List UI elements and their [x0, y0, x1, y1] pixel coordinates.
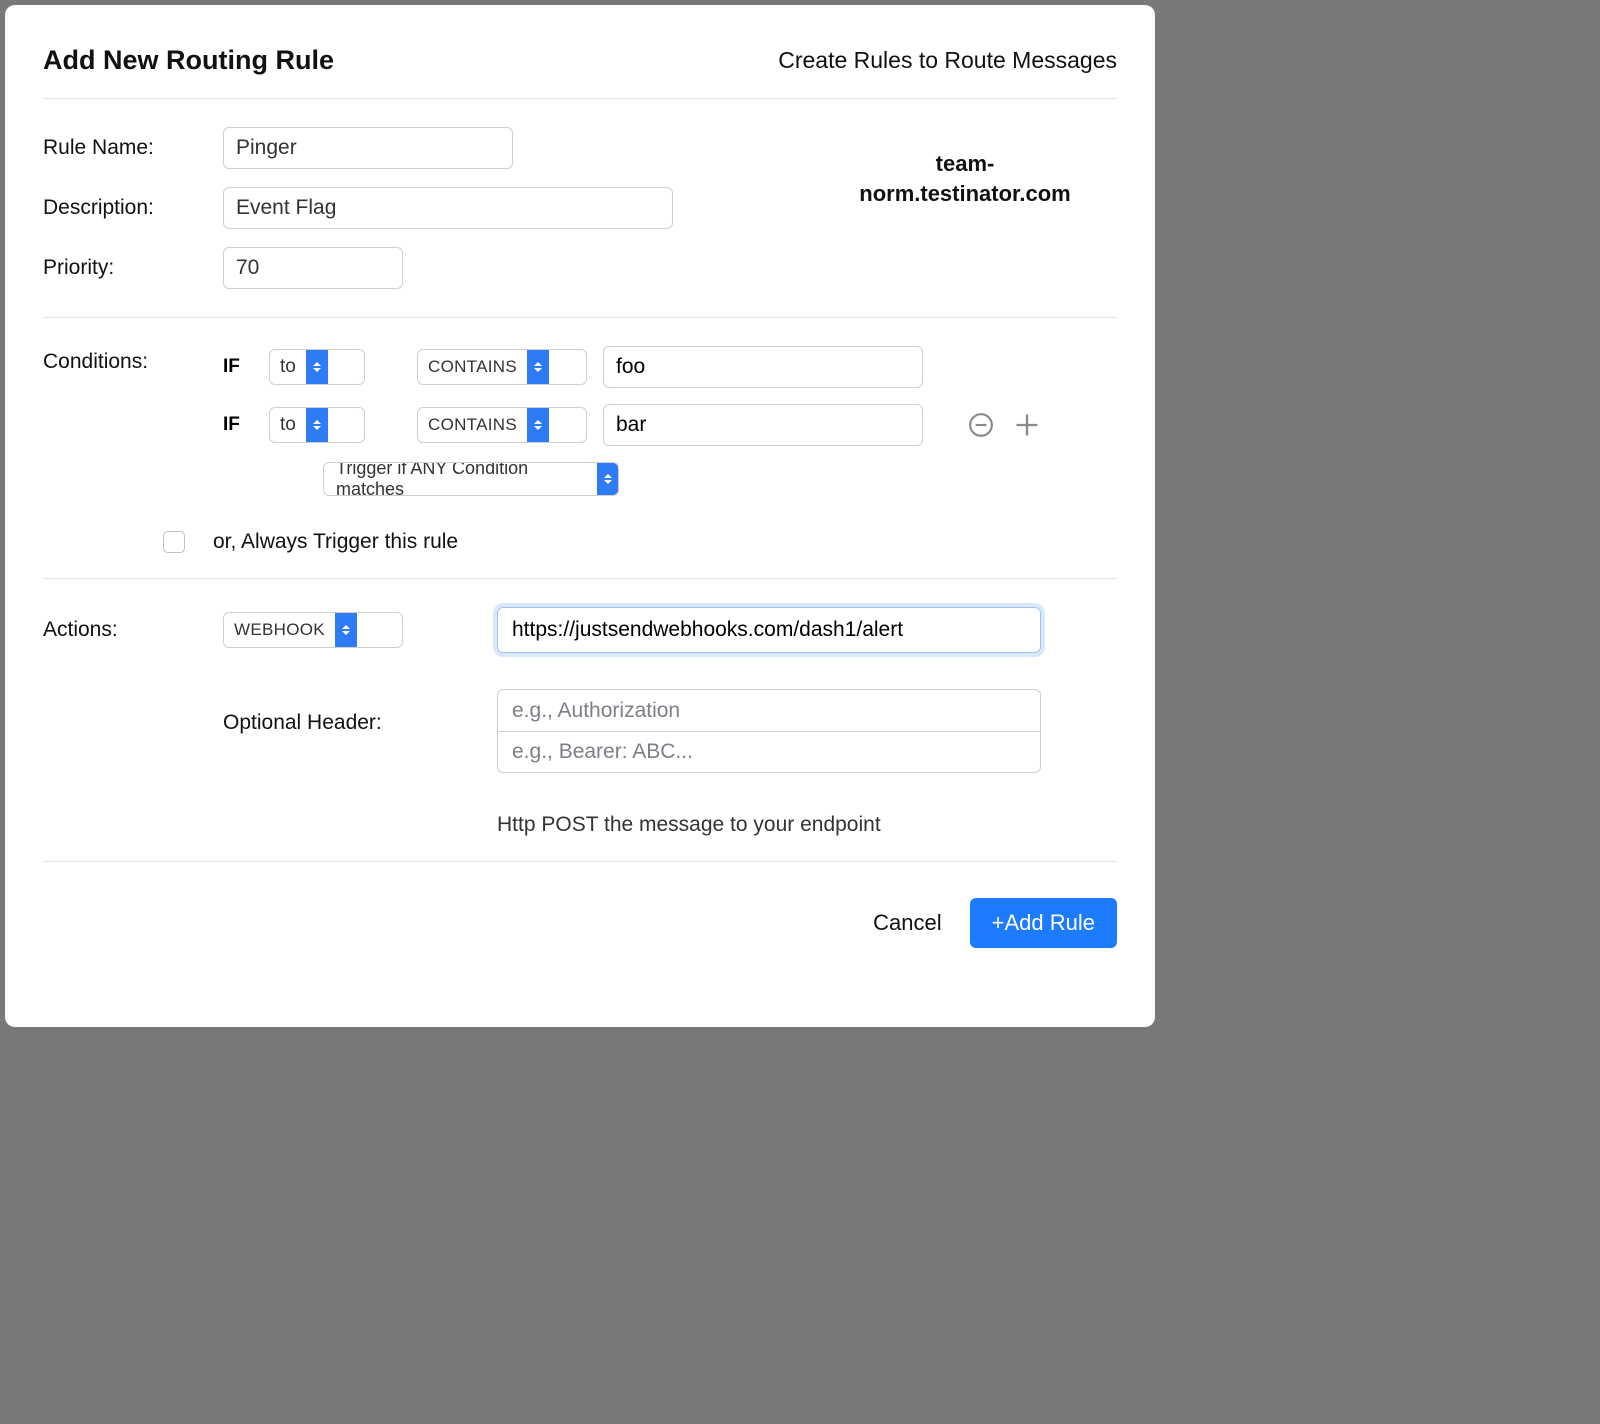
minus-circle-icon — [968, 412, 994, 438]
select-caret-icon — [306, 408, 328, 442]
conditions-section: Conditions: IF to CONTAINS IF — [43, 342, 1117, 579]
conditions-label: Conditions: — [43, 346, 223, 496]
condition-value-input[interactable] — [603, 404, 923, 446]
if-label: IF — [223, 414, 253, 436]
select-caret-icon — [335, 613, 357, 647]
modal-header: Add New Routing Rule Create Rules to Rou… — [43, 45, 1117, 99]
always-trigger-checkbox[interactable] — [163, 531, 185, 553]
select-caret-icon — [597, 463, 618, 495]
webhook-url-input[interactable] — [497, 607, 1041, 653]
add-condition-button[interactable] — [1013, 411, 1041, 439]
plus-icon — [1013, 411, 1041, 439]
action-type-value: WEBHOOK — [224, 620, 335, 640]
condition-operator-value: CONTAINS — [418, 415, 527, 435]
actions-label: Actions: — [43, 618, 223, 642]
modal-subtitle: Create Rules to Route Messages — [778, 47, 1117, 74]
priority-label: Priority: — [43, 256, 223, 280]
modal-footer: Cancel +Add Rule — [43, 898, 1117, 948]
condition-operator-value: CONTAINS — [418, 357, 527, 377]
condition-field-select[interactable]: to — [269, 349, 365, 385]
condition-field-select[interactable]: to — [269, 407, 365, 443]
condition-operator-select[interactable]: CONTAINS — [417, 349, 587, 385]
modal-title: Add New Routing Rule — [43, 45, 334, 76]
action-hint: Http POST the message to your endpoint — [497, 813, 1117, 837]
description-label: Description: — [43, 196, 223, 220]
condition-field-value: to — [270, 414, 306, 436]
actions-section: Actions: WEBHOOK Optional Header: Http P… — [43, 603, 1117, 862]
select-caret-icon — [306, 350, 328, 384]
add-rule-button[interactable]: +Add Rule — [970, 898, 1117, 948]
add-routing-rule-modal: Add New Routing Rule Create Rules to Rou… — [5, 5, 1155, 1027]
condition-row: IF to CONTAINS — [223, 404, 1117, 446]
remove-condition-button[interactable] — [967, 411, 995, 439]
condition-row: IF to CONTAINS — [223, 346, 1117, 388]
action-type-select[interactable]: WEBHOOK — [223, 612, 403, 648]
rule-name-input[interactable] — [223, 127, 513, 169]
always-trigger-label: or, Always Trigger this rule — [213, 530, 458, 554]
match-mode-value: Trigger if ANY Condition matches — [324, 462, 597, 496]
optional-header-name-input[interactable] — [497, 689, 1041, 731]
target-domain: team-norm.testinator.com — [835, 149, 1095, 208]
condition-value-input[interactable] — [603, 346, 923, 388]
optional-header-value-input[interactable] — [497, 731, 1041, 773]
rule-name-label: Rule Name: — [43, 136, 223, 160]
match-mode-select[interactable]: Trigger if ANY Condition matches — [323, 462, 619, 496]
cancel-button[interactable]: Cancel — [873, 910, 941, 936]
if-label: IF — [223, 356, 253, 378]
select-caret-icon — [527, 350, 549, 384]
condition-field-value: to — [270, 356, 306, 378]
priority-input[interactable] — [223, 247, 403, 289]
select-caret-icon — [527, 408, 549, 442]
optional-header-label: Optional Header: — [223, 689, 497, 735]
description-input[interactable] — [223, 187, 673, 229]
condition-operator-select[interactable]: CONTAINS — [417, 407, 587, 443]
